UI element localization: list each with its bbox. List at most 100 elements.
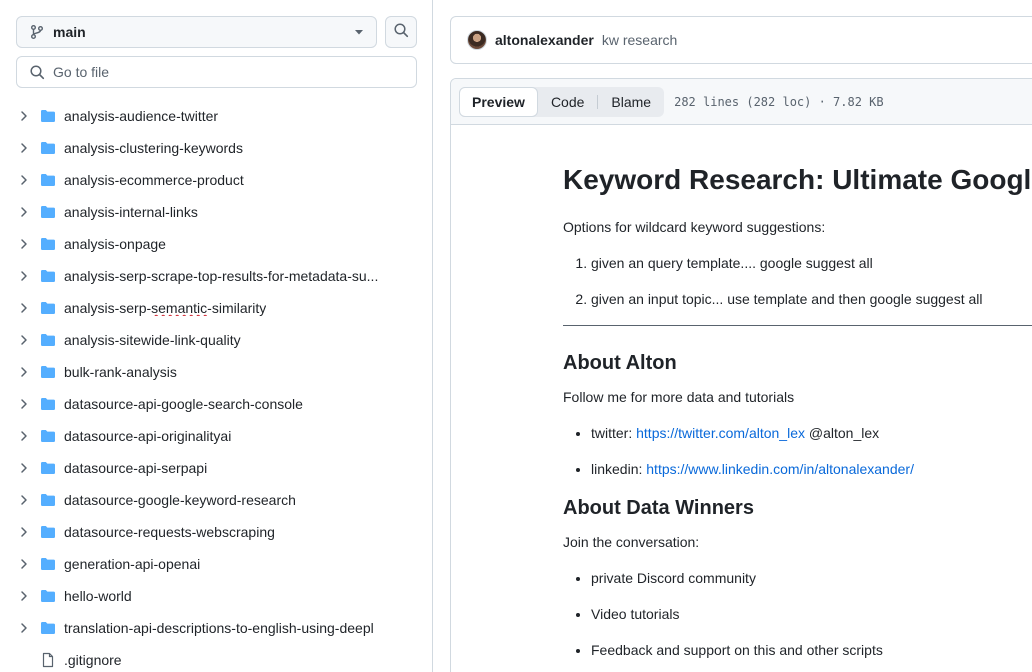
tree-folder-item[interactable]: analysis-internal-links [0,196,432,228]
social-links-list: twitter: https://twitter.com/alton_lex @… [563,423,1032,479]
search-files-button[interactable] [385,16,417,48]
tree-folder-item[interactable]: analysis-ecommerce-product [0,164,432,196]
chevron-right-icon[interactable] [18,398,30,410]
folder-icon [40,332,56,348]
chevron-right-icon[interactable] [18,142,30,154]
chevron-right-icon[interactable] [18,590,30,602]
chevron-right-icon[interactable] [18,494,30,506]
linkedin-link[interactable]: https://www.linkedin.com/in/altonalexand… [646,461,914,477]
caret-down-icon [354,27,364,37]
search-icon [29,64,45,80]
view-mode-toggle: Preview Code Blame [459,86,665,117]
tree-folder-item[interactable]: generation-api-openai [0,548,432,580]
tree-folder-item[interactable]: analysis-sitewide-link-quality [0,324,432,356]
data-winners-text: Join the conversation: [563,534,700,550]
tree-item-label: .gitignore [64,652,122,668]
tree-item-label: analysis-internal-links [64,204,198,220]
chevron-right-icon[interactable] [18,334,30,346]
tree-item-label: analysis-sitewide-link-quality [64,332,241,348]
tree-folder-item[interactable]: analysis-serp-semantic-similarity [0,292,432,324]
tree-folder-item[interactable]: analysis-audience-twitter [0,100,432,132]
folder-icon [40,460,56,476]
tree-item-label: bulk-rank-analysis [64,364,177,380]
folder-icon [40,524,56,540]
folder-icon [40,204,56,220]
tab-blame[interactable]: Blame [598,87,664,117]
tab-code[interactable]: Code [538,87,597,117]
folder-icon [40,300,56,316]
folder-icon [40,556,56,572]
chevron-right-icon[interactable] [18,206,30,218]
tree-folder-item[interactable]: datasource-api-google-search-console [0,388,432,420]
chevron-right-icon[interactable] [18,366,30,378]
list-item: Feedback and support on this and other s… [591,640,1032,660]
folder-icon [40,364,56,380]
folder-icon [40,620,56,636]
chevron-right-icon[interactable] [18,302,30,314]
tree-item-label: analysis-onpage [64,236,166,252]
data-winners-list: private Discord community Video tutorial… [563,568,1032,660]
chevron-right-icon[interactable] [18,110,30,122]
twitter-label: twitter: [591,425,633,441]
tree-item-label: analysis-audience-twitter [64,108,219,124]
tree-item-label: analysis-ecommerce-product [64,172,244,188]
tree-folder-item[interactable]: datasource-api-serpapi [0,452,432,484]
tree-folder-item[interactable]: bulk-rank-analysis [0,356,432,388]
list-item: twitter: https://twitter.com/alton_lex @… [591,423,1032,443]
tree-folder-item[interactable]: datasource-google-keyword-research [0,484,432,516]
readme-intro: Options for wildcard keyword suggestions… [563,219,826,235]
avatar[interactable] [467,30,487,50]
twitter-link[interactable]: https://twitter.com/alton_lex [636,425,805,441]
tree-item-label: datasource-api-google-search-console [64,396,303,412]
list-item: Video tutorials [591,604,1032,624]
go-to-file-input[interactable] [53,64,404,80]
tree-folder-item[interactable]: analysis-serp-scrape-top-results-for-met… [0,260,432,292]
folder-icon [40,268,56,284]
divider [563,325,1032,326]
tree-item-label: analysis-serp-semantic-similarity [64,300,267,316]
file-tree-sidebar: main analysis-audience-twitter analysis-c… [0,0,433,672]
tree-item-label: datasource-requests-webscraping [64,524,275,540]
file-header: Preview Code Blame 282 lines (282 loc) ·… [451,79,1032,125]
commit-author[interactable]: altonalexander [495,32,594,48]
chevron-right-icon[interactable] [18,462,30,474]
tree-folder-item[interactable]: analysis-onpage [0,228,432,260]
tree-folder-item[interactable]: datasource-requests-webscraping [0,516,432,548]
latest-commit-bar: altonalexander kw research [450,16,1032,64]
folder-icon [40,396,56,412]
tree-item-label: hello-world [64,588,132,604]
tree-item-label: generation-api-openai [64,556,201,572]
folder-icon [40,108,56,124]
branch-selector-button[interactable]: main [16,16,377,48]
tree-folder-item[interactable]: analysis-clustering-keywords [0,132,432,164]
tree-item-label: datasource-api-originalityai [64,428,232,444]
chevron-right-icon[interactable] [18,238,30,250]
tree-item-label: analysis-clustering-keywords [64,140,243,156]
chevron-right-icon[interactable] [18,430,30,442]
chevron-right-icon[interactable] [18,558,30,570]
tree-item-label: translation-api-descriptions-to-english-… [64,620,374,636]
branch-name: main [53,24,86,40]
tab-preview[interactable]: Preview [459,86,538,117]
readme-preview: Keyword Research: Ultimate Google Sugges… [563,163,1032,672]
git-branch-icon [29,24,45,40]
chevron-right-icon[interactable] [18,526,30,538]
chevron-right-icon[interactable] [18,622,30,634]
tree-file-item[interactable]: .gitignore [0,644,432,672]
tree-folder-item[interactable]: translation-api-descriptions-to-english-… [0,612,432,644]
chevron-right-icon[interactable] [18,270,30,282]
folder-icon [40,236,56,252]
file-icon [40,652,56,668]
twitter-handle: @alton_lex [808,425,880,441]
tree-folder-item[interactable]: datasource-api-originalityai [0,420,432,452]
list-item: private Discord community [591,568,1032,588]
linkedin-label: linkedin: [591,461,643,477]
tree-item-label: datasource-api-serpapi [64,460,208,476]
options-list: given an query template.... google sugge… [563,253,1032,309]
list-item: linkedin: https://www.linkedin.com/in/al… [591,459,1032,479]
tree-folder-item[interactable]: hello-world [0,580,432,612]
commit-message[interactable]: kw research [602,32,677,48]
chevron-right-icon[interactable] [18,174,30,186]
folder-icon [40,140,56,156]
go-to-file-field[interactable] [16,56,417,88]
